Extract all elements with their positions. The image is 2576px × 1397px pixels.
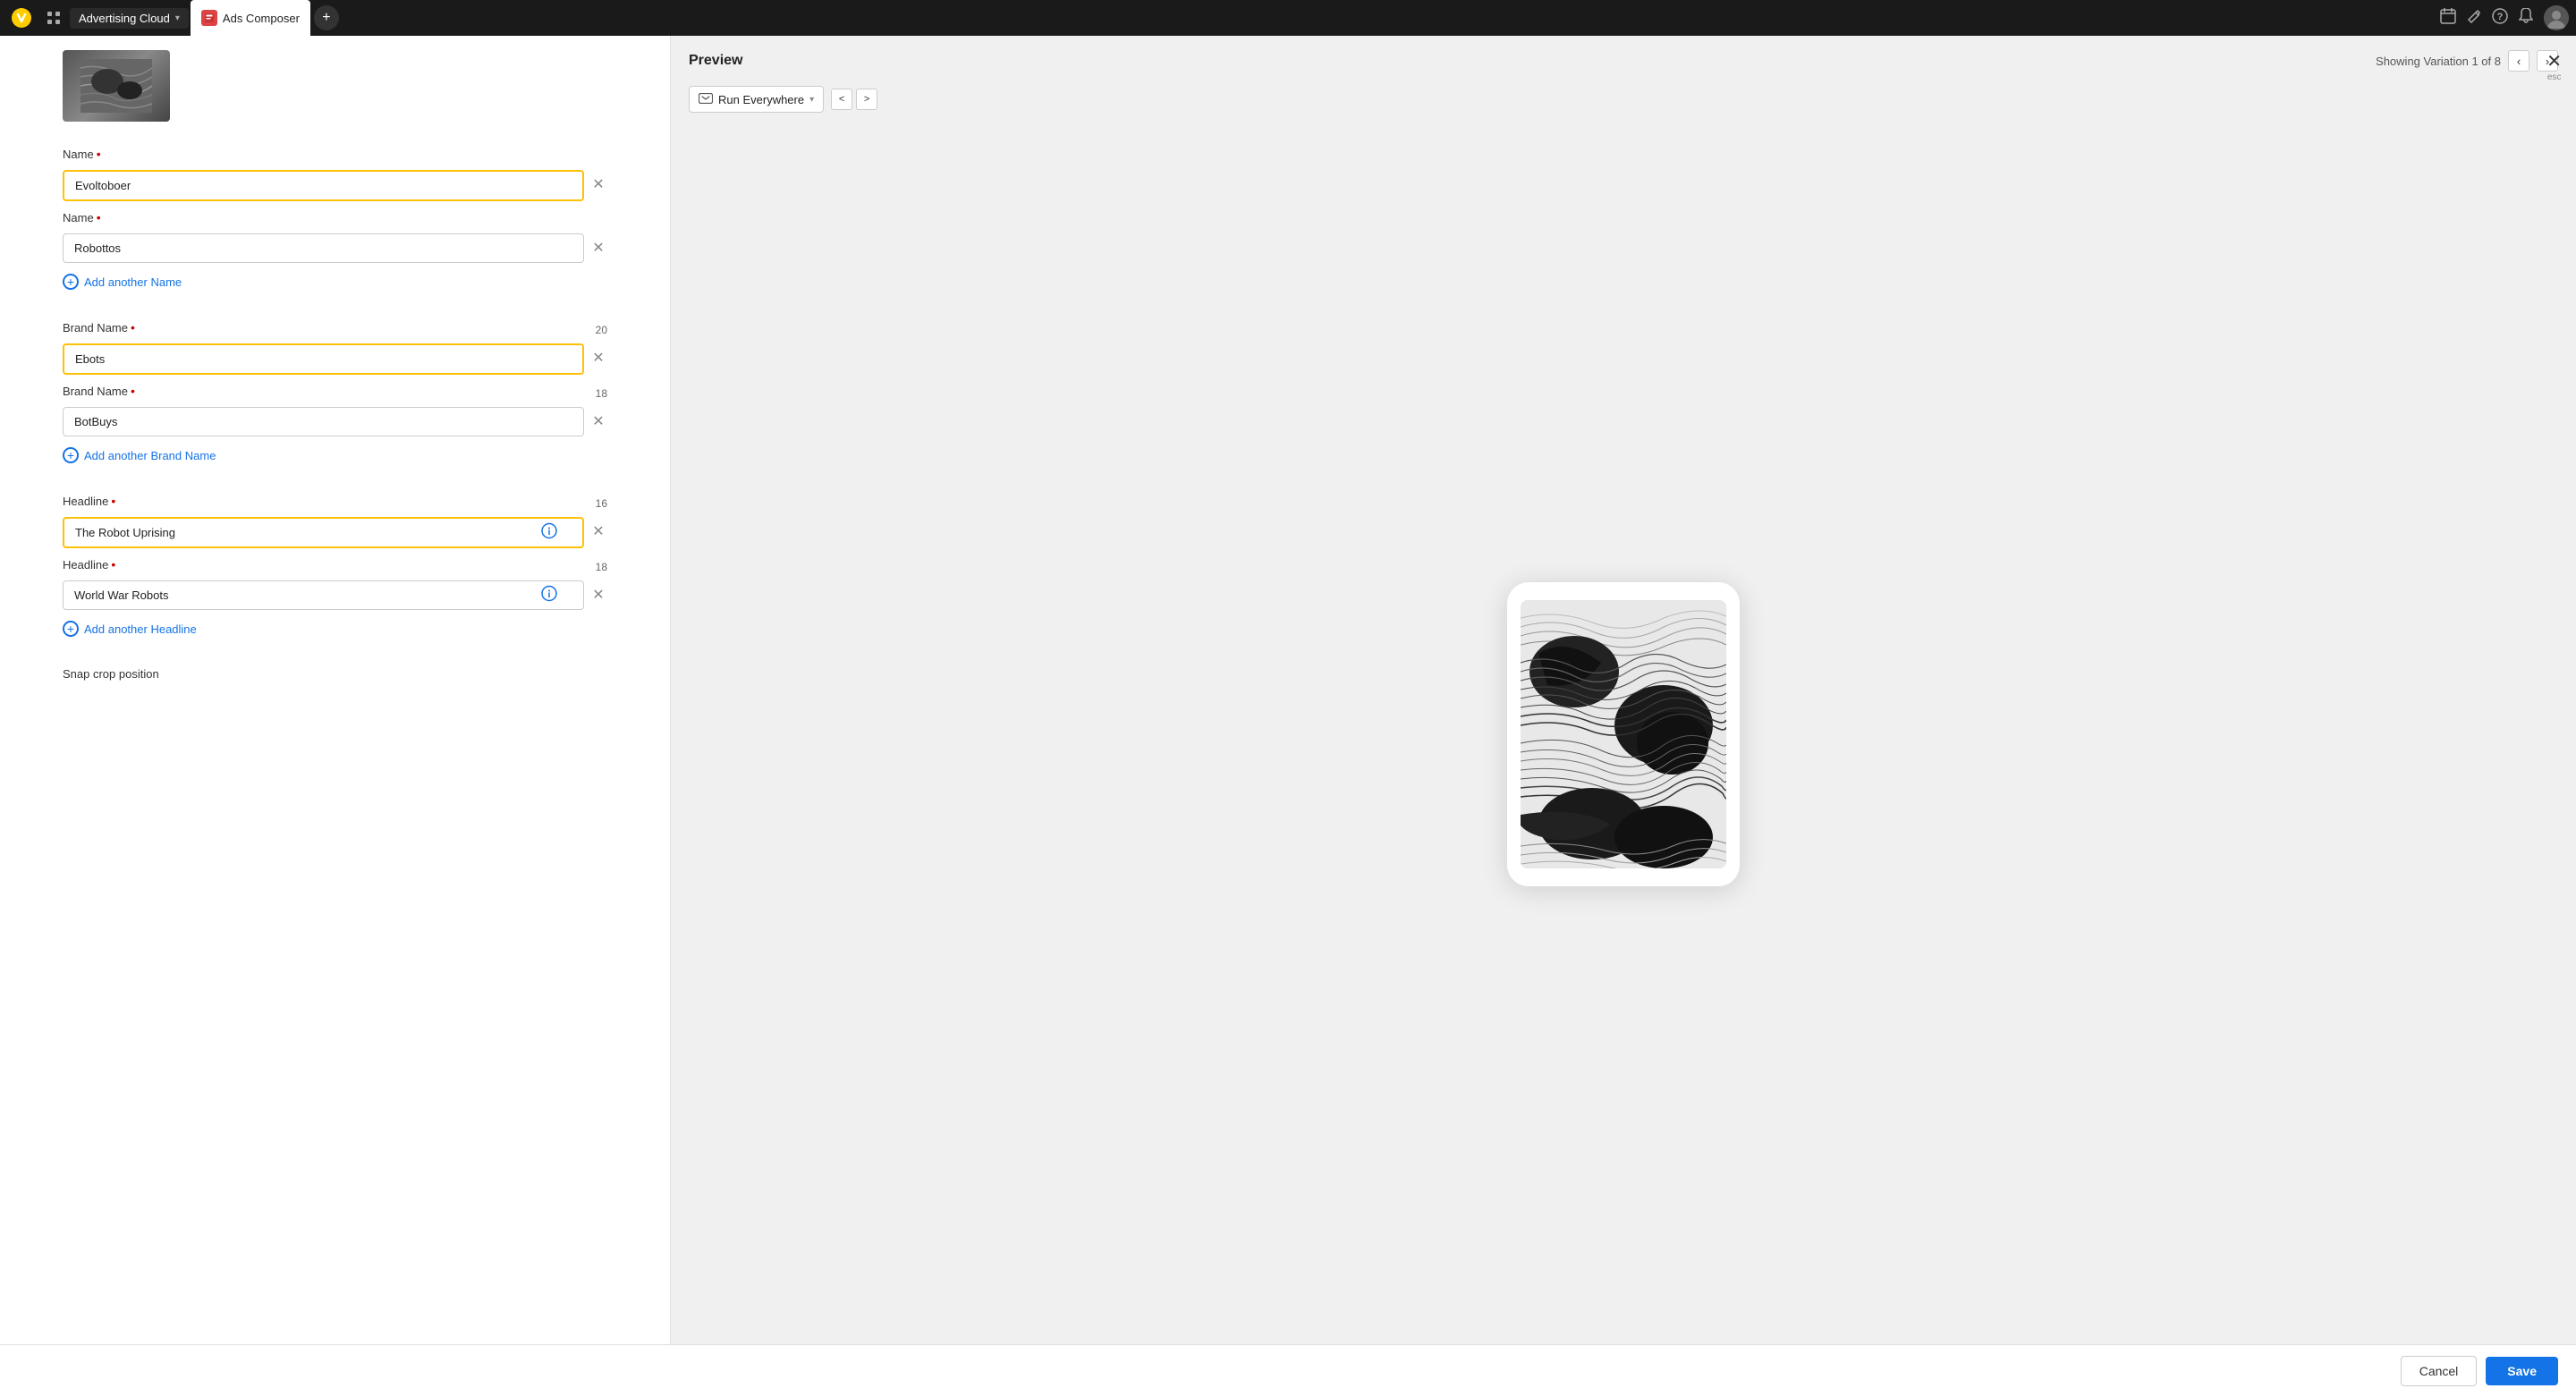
tab-icon — [201, 10, 217, 26]
abstract-art-display — [1521, 600, 1726, 868]
name-label-2: Name • — [63, 210, 101, 224]
headline-info-icon-1[interactable] — [541, 522, 557, 543]
add-name-button[interactable]: + Add another Name — [63, 272, 182, 292]
brand-name-input-2[interactable] — [63, 407, 584, 436]
headline-field-2: Headline • 18 — [63, 557, 607, 610]
notifications-icon[interactable] — [2519, 8, 2533, 29]
preview-inner-next[interactable]: > — [856, 89, 877, 110]
preview-variation-text: Showing Variation 1 of 8 — [2376, 55, 2501, 68]
add-brand-name-button[interactable]: + Add another Brand Name — [63, 445, 216, 465]
add-headline-plus-icon: + — [63, 621, 79, 637]
section-divider-3 — [63, 653, 607, 667]
preview-inner-navigation: < > — [831, 89, 877, 110]
bottom-bar: Cancel Save — [0, 1344, 2576, 1397]
preview-inner-prev[interactable]: < — [831, 89, 852, 110]
required-indicator-3: • — [131, 320, 135, 334]
required-indicator-6: • — [111, 557, 115, 572]
topnav: Advertising Cloud ▾ Ads Composer + — [0, 0, 2576, 36]
channel-label: Run Everywhere — [718, 93, 804, 106]
brand-name-label-2: Brand Name • — [63, 384, 135, 398]
main-content: Name • ✕ — [0, 36, 2576, 1344]
required-indicator-2: • — [97, 210, 101, 224]
topnav-right: ? — [2440, 5, 2569, 30]
channel-icon — [699, 92, 713, 106]
app-name: Advertising Cloud — [79, 12, 170, 25]
channel-select[interactable]: Run Everywhere ▾ — [689, 86, 824, 113]
section-divider-1 — [63, 306, 607, 320]
brand-name-field-2: Brand Name • 18 ✕ — [63, 384, 607, 436]
new-tab-button[interactable]: + — [314, 5, 339, 30]
snap-crop-label: Snap crop position — [63, 667, 607, 681]
required-indicator-4: • — [131, 384, 135, 398]
thumbnail-placeholder — [63, 50, 170, 122]
headline-input-2[interactable] — [63, 580, 584, 610]
calendar-icon[interactable] — [2440, 8, 2456, 29]
snap-crop-section: Snap crop position — [63, 667, 607, 681]
ad-image-thumbnail[interactable] — [63, 50, 170, 122]
name-clear-1[interactable]: ✕ — [589, 175, 607, 193]
ads-composer-tab[interactable]: Ads Composer — [191, 0, 310, 36]
headline-label-2: Headline • — [63, 557, 115, 572]
name-section: Name • ✕ — [63, 147, 607, 292]
add-headline-label: Add another Headline — [84, 622, 197, 636]
preview-title: Preview — [689, 53, 742, 69]
preview-header: Preview Showing Variation 1 of 8 ‹ › ✕ e… — [671, 36, 2576, 86]
required-indicator-5: • — [111, 494, 115, 508]
user-avatar[interactable] — [2544, 5, 2569, 30]
brand-name-clear-1[interactable]: ✕ — [589, 349, 607, 367]
app-logo — [7, 4, 36, 32]
brand-name-char-count-2: 18 — [596, 387, 607, 400]
brand-name-char-count-1: 20 — [596, 324, 607, 336]
name-field-2: Name • ✕ — [63, 210, 607, 263]
brand-name-field-1: Brand Name • 20 ✕ — [63, 320, 607, 375]
preview-device — [671, 123, 2576, 1344]
headline-input-1[interactable] — [63, 517, 584, 548]
headline-field-1: Headline • 16 — [63, 494, 607, 548]
image-preview-area — [0, 36, 670, 136]
help-icon[interactable]: ? — [2492, 8, 2508, 29]
channel-chevron-icon: ▾ — [809, 95, 814, 105]
headline-char-count-1: 16 — [596, 497, 607, 510]
left-panel: Name • ✕ — [0, 36, 671, 1344]
add-name-plus-icon: + — [63, 274, 79, 290]
brand-name-clear-2[interactable]: ✕ — [589, 412, 607, 430]
headline-section: Headline • 16 — [63, 494, 607, 639]
right-panel: Preview Showing Variation 1 of 8 ‹ › ✕ e… — [671, 36, 2576, 1344]
save-button[interactable]: Save — [2486, 1357, 2558, 1385]
headline-label-1: Headline • — [63, 494, 115, 508]
name-field-1: Name • ✕ — [63, 147, 607, 201]
device-image — [1521, 600, 1726, 868]
preview-toolbar: Run Everywhere ▾ < > — [671, 86, 2576, 123]
app-switcher[interactable]: Advertising Cloud ▾ — [70, 8, 189, 29]
grid-icon[interactable] — [41, 5, 66, 30]
required-indicator: • — [97, 147, 101, 161]
headline-clear-2[interactable]: ✕ — [589, 586, 607, 604]
add-headline-button[interactable]: + Add another Headline — [63, 619, 197, 639]
name-clear-2[interactable]: ✕ — [589, 239, 607, 257]
headline-char-count-2: 18 — [596, 561, 607, 573]
headline-clear-1[interactable]: ✕ — [589, 522, 607, 540]
headline-info-icon-2[interactable] — [541, 585, 557, 605]
add-brand-name-label: Add another Brand Name — [84, 449, 216, 462]
add-brand-plus-icon: + — [63, 447, 79, 463]
svg-text:?: ? — [2497, 12, 2504, 22]
tab-label: Ads Composer — [223, 12, 300, 25]
add-name-label: Add another Name — [84, 275, 182, 289]
edit-icon[interactable] — [2467, 9, 2481, 28]
cancel-button[interactable]: Cancel — [2401, 1356, 2478, 1386]
preview-navigation: Showing Variation 1 of 8 ‹ › — [2376, 50, 2558, 72]
name-input-1[interactable] — [63, 170, 584, 201]
name-input-2[interactable] — [63, 233, 584, 263]
preview-prev-button[interactable]: ‹ — [2508, 50, 2529, 72]
brand-name-input-1[interactable] — [63, 343, 584, 375]
form-section: Name • ✕ — [0, 136, 670, 698]
preview-close-button[interactable]: ✕ esc — [2546, 50, 2562, 82]
device-frame — [1507, 582, 1740, 886]
brand-name-section: Brand Name • 20 ✕ — [63, 320, 607, 465]
app-chevron-icon: ▾ — [175, 13, 180, 23]
brand-name-label-1: Brand Name • — [63, 320, 135, 334]
name-label-1: Name • — [63, 147, 101, 161]
section-divider-2 — [63, 479, 607, 494]
